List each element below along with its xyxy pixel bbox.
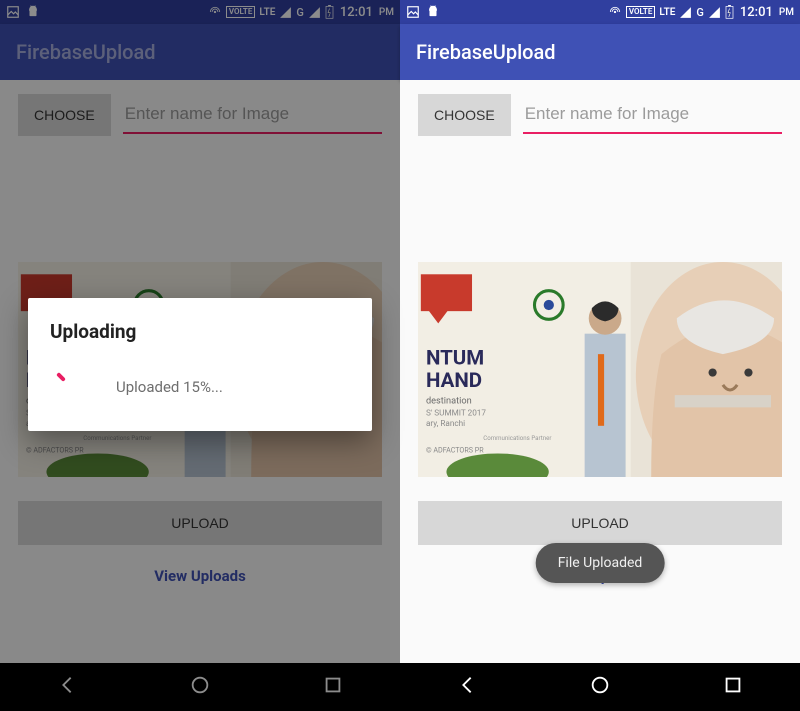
svg-text:destination: destination	[426, 395, 472, 406]
progress-dialog: Uploading Uploaded 15%...	[28, 298, 372, 431]
signal-icon-1	[679, 6, 692, 19]
image-icon	[406, 5, 420, 19]
dialog-message: Uploaded 15%...	[108, 378, 350, 396]
progress-spinner-icon	[50, 369, 86, 405]
status-bar: VOLTE LTE G 12:01 PM	[400, 0, 800, 24]
upload-button[interactable]: UPLOAD	[418, 501, 782, 545]
battery-icon	[725, 5, 734, 19]
g-label: G	[696, 6, 704, 19]
hotspot-icon	[608, 5, 622, 19]
toast: File Uploaded	[536, 543, 665, 583]
clock-ampm: PM	[779, 7, 794, 18]
app-bar: FirebaseUpload	[400, 24, 800, 80]
svg-text:S' SUMMIT 2017: S' SUMMIT 2017	[426, 408, 486, 418]
svg-text:© ADFACTORS PR: © ADFACTORS PR	[426, 445, 484, 454]
svg-text:ary, Ranchi: ary, Ranchi	[426, 418, 465, 428]
image-name-input[interactable]	[523, 94, 782, 134]
volte-badge: VOLTE	[626, 6, 655, 18]
image-preview: NTUM HAND destination S' SUMMIT 2017 ary…	[418, 262, 782, 477]
app-title: FirebaseUpload	[416, 40, 556, 64]
svg-text:HAND: HAND	[426, 368, 482, 392]
lte-label: LTE	[659, 7, 675, 18]
svg-text:Communications Partner: Communications Partner	[483, 435, 551, 442]
input-row: CHOOSE	[418, 94, 782, 136]
svg-text:NTUM: NTUM	[426, 345, 484, 369]
back-icon[interactable]	[456, 674, 478, 700]
choose-button[interactable]: CHOOSE	[418, 94, 511, 136]
android-icon	[426, 5, 440, 19]
clock-time: 12:01	[740, 5, 773, 20]
phone-right: VOLTE LTE G 12:01 PM FirebaseUpload CHOO…	[400, 0, 800, 711]
recents-icon[interactable]	[722, 674, 744, 700]
dialog-title: Uploading	[50, 320, 350, 343]
signal-icon-2	[708, 6, 721, 19]
nav-bar	[400, 663, 800, 711]
home-icon[interactable]	[589, 674, 611, 700]
phone-left: VOLTE LTE G 12:01 PM FirebaseUpload CHOO…	[0, 0, 400, 711]
